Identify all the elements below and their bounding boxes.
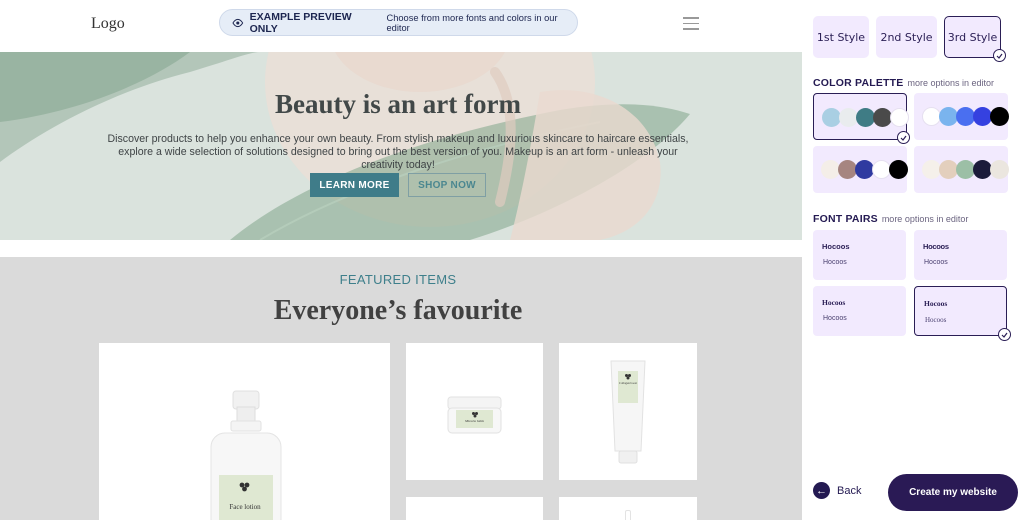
font-pair-body: Hocoos bbox=[925, 316, 947, 324]
font-pair-heading: Hocoos bbox=[822, 242, 850, 251]
back-button[interactable]: ← Back bbox=[813, 482, 861, 499]
create-website-button[interactable]: Create my website bbox=[888, 474, 1018, 511]
color-palette-title: COLOR PALETTE bbox=[813, 77, 904, 89]
shop-now-button[interactable]: SHOP NOW bbox=[408, 173, 486, 197]
style-option-3[interactable]: 3rd Style bbox=[944, 16, 1001, 58]
hero-section: Beauty is an art form Discover products … bbox=[0, 52, 802, 240]
font-pair-option-2[interactable]: Hocoos Hocoos bbox=[914, 230, 1007, 280]
font-pair-option-3[interactable]: Hocoos Hocoos bbox=[813, 286, 906, 336]
palette-option-2[interactable] bbox=[914, 93, 1009, 140]
site-logo[interactable]: Logo bbox=[91, 15, 125, 33]
palette-option-3[interactable] bbox=[813, 146, 908, 193]
color-palette-heading: COLOR PALETTE more options in editor bbox=[813, 77, 994, 89]
color-swatch bbox=[990, 160, 1009, 179]
product-image bbox=[625, 510, 631, 520]
font-pair-body: Hocoos bbox=[823, 259, 847, 266]
color-swatch bbox=[990, 107, 1009, 126]
product-card-miracle-balm[interactable]: Miracle balm bbox=[406, 343, 543, 480]
learn-more-button[interactable]: LEARN MORE bbox=[310, 173, 399, 197]
product-card[interactable] bbox=[559, 497, 697, 520]
website-preview: Logo EXAMPLE PREVIEW ONLY Choose from mo… bbox=[0, 0, 802, 520]
check-icon bbox=[998, 328, 1011, 341]
font-pair-heading: Hocoos bbox=[924, 299, 948, 308]
style-sidebar: 1st Style 2nd Style 3rd Style COLOR PALE… bbox=[802, 0, 1024, 520]
app-stage: Logo EXAMPLE PREVIEW ONLY Choose from mo… bbox=[0, 0, 1024, 520]
product-card-collagen-boost[interactable]: Collagen boost bbox=[559, 343, 697, 480]
font-pairs-title: FONT PAIRS bbox=[813, 213, 878, 225]
collagen-boost-label: Collagen boost bbox=[618, 381, 638, 385]
hero-description: Discover products to help you enhance yo… bbox=[107, 133, 689, 171]
style-option-2[interactable]: 2nd Style bbox=[876, 16, 937, 58]
miracle-balm-label: Miracle balm bbox=[465, 419, 484, 423]
font-pair-heading: Hocoos bbox=[822, 298, 846, 307]
section-divider bbox=[0, 240, 802, 257]
leaf-logo-icon bbox=[472, 412, 478, 418]
palette-option-4[interactable] bbox=[914, 146, 1009, 193]
check-icon bbox=[897, 131, 910, 144]
font-pair-body: Hocoos bbox=[924, 259, 948, 266]
leaf-logo-icon bbox=[625, 374, 631, 380]
face-lotion-bottle-image bbox=[210, 390, 282, 520]
font-pair-option-4[interactable]: Hocoos Hocoos bbox=[914, 286, 1007, 336]
font-pair-heading: Hocoos bbox=[923, 242, 949, 251]
hero-title: Beauty is an art form bbox=[275, 89, 521, 119]
arrow-left-icon: ← bbox=[813, 482, 830, 499]
preview-header: Logo EXAMPLE PREVIEW ONLY Choose from mo… bbox=[0, 0, 802, 52]
palette-option-1[interactable] bbox=[813, 93, 909, 140]
back-label: Back bbox=[837, 484, 862, 497]
leaf-logo-icon bbox=[239, 482, 250, 492]
preview-badge-title: EXAMPLE PREVIEW ONLY bbox=[249, 10, 352, 35]
product-card-face-lotion[interactable]: Face lotion bbox=[99, 343, 390, 520]
preview-badge: EXAMPLE PREVIEW ONLY Choose from more fo… bbox=[219, 9, 578, 36]
featured-title: Everyone’s favourite bbox=[273, 295, 523, 326]
font-pairs-note: more options in editor bbox=[881, 214, 969, 224]
featured-section: FEATURED ITEMS Everyone’s favourite Face… bbox=[0, 257, 802, 520]
color-swatch bbox=[890, 108, 909, 127]
face-lotion-label: Face lotion bbox=[229, 503, 261, 511]
style-option-1[interactable]: 1st Style bbox=[813, 16, 869, 58]
font-pair-body: Hocoos bbox=[823, 315, 847, 322]
eye-icon bbox=[232, 18, 244, 27]
check-icon bbox=[993, 49, 1006, 62]
hamburger-menu-icon[interactable] bbox=[683, 17, 699, 31]
color-swatch bbox=[889, 160, 908, 179]
font-pairs-heading: FONT PAIRS more options in editor bbox=[813, 213, 968, 225]
featured-label: FEATURED ITEMS bbox=[339, 272, 457, 287]
color-palette-note: more options in editor bbox=[907, 78, 995, 88]
product-card[interactable] bbox=[406, 497, 543, 520]
font-pair-option-1[interactable]: Hocoos Hocoos bbox=[813, 230, 906, 280]
preview-badge-note: Choose from more fonts and colors in our… bbox=[386, 12, 558, 33]
